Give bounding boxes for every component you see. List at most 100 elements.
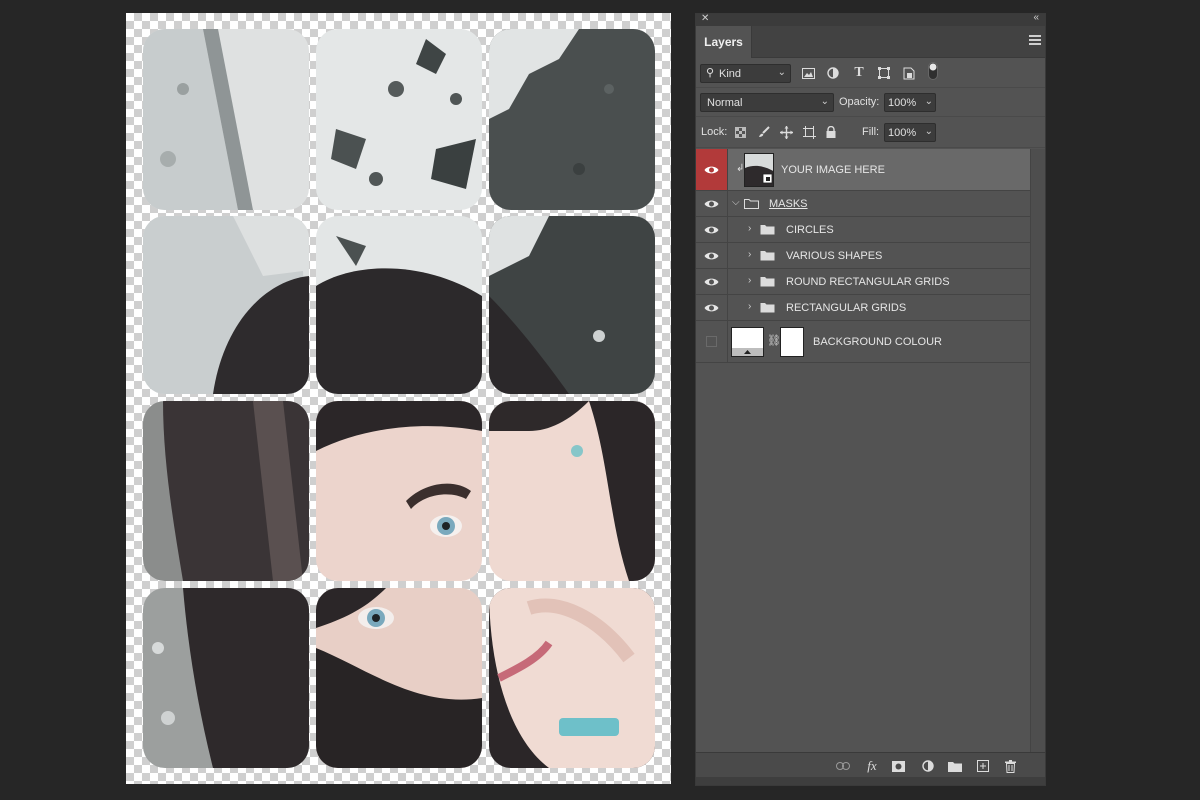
- eye-icon: [704, 226, 719, 233]
- grid-tile: [489, 29, 655, 210]
- grid-tile: [489, 216, 655, 394]
- chevron-right-icon[interactable]: ›: [748, 275, 751, 286]
- hidden-visibility-box: [706, 336, 717, 347]
- fx-icon[interactable]: fx: [865, 758, 879, 773]
- layer-name: CIRCLES: [786, 224, 834, 236]
- filter-kind-value: Kind: [719, 67, 742, 80]
- visibility-toggle[interactable]: [696, 191, 728, 216]
- collapse-panel-icon[interactable]: «: [1033, 12, 1039, 23]
- lock-artboard-icon[interactable]: [801, 124, 817, 140]
- chevron-right-icon[interactable]: ›: [748, 301, 751, 312]
- fill-input[interactable]: 100% ⌄: [884, 123, 936, 142]
- chevron-right-icon[interactable]: ›: [748, 223, 751, 234]
- visibility-toggle[interactable]: [696, 321, 728, 362]
- visibility-toggle[interactable]: [696, 149, 728, 190]
- layer-name: YOUR IMAGE HERE: [781, 164, 885, 176]
- layer-name: ROUND RECTANGULAR GRIDS: [786, 276, 950, 288]
- grid-tile: [489, 401, 655, 581]
- grid-tile: [143, 401, 309, 581]
- grid-tile: [489, 588, 655, 768]
- lock-all-icon[interactable]: [823, 124, 839, 140]
- folder-icon: [760, 303, 775, 313]
- layer-circles-group[interactable]: › CIRCLES: [696, 217, 1030, 243]
- filter-kind-dropdown[interactable]: ⚲ Kind ⌄: [700, 64, 791, 83]
- chevron-down-icon[interactable]: ⌄: [925, 126, 933, 137]
- lock-position-icon[interactable]: [778, 124, 794, 140]
- grid-tile: [143, 588, 309, 768]
- document-canvas[interactable]: [126, 13, 671, 784]
- panel-tabs: Layers: [696, 26, 1045, 58]
- layers-scrollbar[interactable]: [1030, 149, 1045, 752]
- shape-filter-icon[interactable]: [876, 65, 892, 81]
- fill-value: 100%: [888, 126, 917, 139]
- add-mask-icon[interactable]: [891, 759, 905, 773]
- layers-panel: ✕ « Layers ⚲ Kind ⌄ T Normal ⌄ Opacity: …: [695, 12, 1046, 786]
- eye-icon: [704, 166, 719, 173]
- new-layer-icon[interactable]: [976, 759, 990, 773]
- adjustment-filter-icon[interactable]: [825, 65, 841, 81]
- lock-image-icon[interactable]: [756, 124, 772, 140]
- filter-toggle-icon[interactable]: [925, 62, 941, 80]
- eye-icon: [704, 304, 719, 311]
- layer-your-image-here[interactable]: ↲ YOUR IMAGE HERE: [696, 149, 1030, 191]
- grid-tile: [143, 216, 309, 394]
- chevron-down-icon[interactable]: ⌵: [732, 197, 740, 208]
- filter-row: ⚲ Kind ⌄ T: [696, 59, 1045, 88]
- opacity-input[interactable]: 100% ⌄: [884, 93, 936, 112]
- panel-title-bar: ✕ «: [696, 12, 1045, 26]
- opacity-label: Opacity:: [839, 96, 880, 108]
- folder-icon: [760, 225, 775, 235]
- lock-transparent-icon[interactable]: [732, 124, 748, 140]
- link-layers-icon[interactable]: [836, 759, 850, 773]
- folder-icon: [760, 251, 775, 261]
- layer-background-colour[interactable]: ⛓ BACKGROUND COLOUR: [696, 321, 1030, 363]
- layers-footer: fx: [696, 752, 1045, 778]
- layer-various-shapes-group[interactable]: › VARIOUS SHAPES: [696, 243, 1030, 269]
- link-chain-icon[interactable]: ⛓: [767, 334, 781, 347]
- layer-masks-group[interactable]: ⌵ MASKS: [696, 191, 1030, 217]
- layer-thumbnail: [744, 153, 774, 187]
- visibility-toggle[interactable]: [696, 243, 728, 268]
- blend-row: Normal ⌄ Opacity: 100% ⌄: [696, 88, 1045, 117]
- panel-resize-strip[interactable]: [696, 777, 1045, 785]
- mask-thumbnail: [780, 327, 804, 357]
- grid-tile: [316, 216, 482, 394]
- layer-name: VARIOUS SHAPES: [786, 250, 883, 262]
- panel-menu-icon[interactable]: [1029, 35, 1041, 47]
- folder-open-icon: [744, 199, 759, 209]
- grid-tile: [143, 29, 309, 210]
- fill-layer-thumbnail: [731, 327, 764, 357]
- chevron-down-icon[interactable]: ⌄: [925, 96, 933, 107]
- eye-icon: [704, 200, 719, 207]
- layer-round-rectangular-grids-group[interactable]: › ROUND RECTANGULAR GRIDS: [696, 269, 1030, 295]
- tab-layers[interactable]: Layers: [696, 26, 752, 58]
- grid-tile: [316, 29, 482, 210]
- folder-icon: [760, 277, 775, 287]
- lock-row: Lock: Fill: 100% ⌄: [696, 117, 1045, 148]
- layer-rectangular-grids-group[interactable]: › RECTANGULAR GRIDS: [696, 295, 1030, 321]
- visibility-toggle[interactable]: [696, 269, 728, 294]
- lock-label: Lock:: [701, 126, 728, 138]
- delete-icon[interactable]: [1003, 759, 1017, 773]
- chevron-down-icon: ⌄: [777, 67, 786, 78]
- fill-label: Fill:: [862, 126, 880, 138]
- blend-mode-value: Normal: [707, 96, 743, 109]
- type-filter-icon[interactable]: T: [851, 65, 867, 81]
- visibility-toggle[interactable]: [696, 217, 728, 242]
- layer-name: RECTANGULAR GRIDS: [786, 302, 907, 314]
- chevron-right-icon[interactable]: ›: [748, 249, 751, 260]
- eye-icon: [704, 278, 719, 285]
- grid-tile: [316, 588, 482, 768]
- image-filter-icon[interactable]: [800, 65, 816, 81]
- close-panel-icon[interactable]: ✕: [701, 13, 709, 24]
- adjustment-layer-icon[interactable]: [921, 759, 935, 773]
- eye-icon: [704, 252, 719, 259]
- chevron-down-icon: ⌄: [820, 96, 829, 107]
- visibility-toggle[interactable]: [696, 295, 728, 320]
- smart-object-filter-icon[interactable]: [901, 65, 917, 81]
- grid-tile: [316, 401, 482, 581]
- search-icon: ⚲: [706, 67, 715, 79]
- new-group-icon[interactable]: [948, 759, 962, 773]
- blend-mode-dropdown[interactable]: Normal ⌄: [700, 93, 834, 112]
- layer-name: BACKGROUND COLOUR: [813, 336, 942, 348]
